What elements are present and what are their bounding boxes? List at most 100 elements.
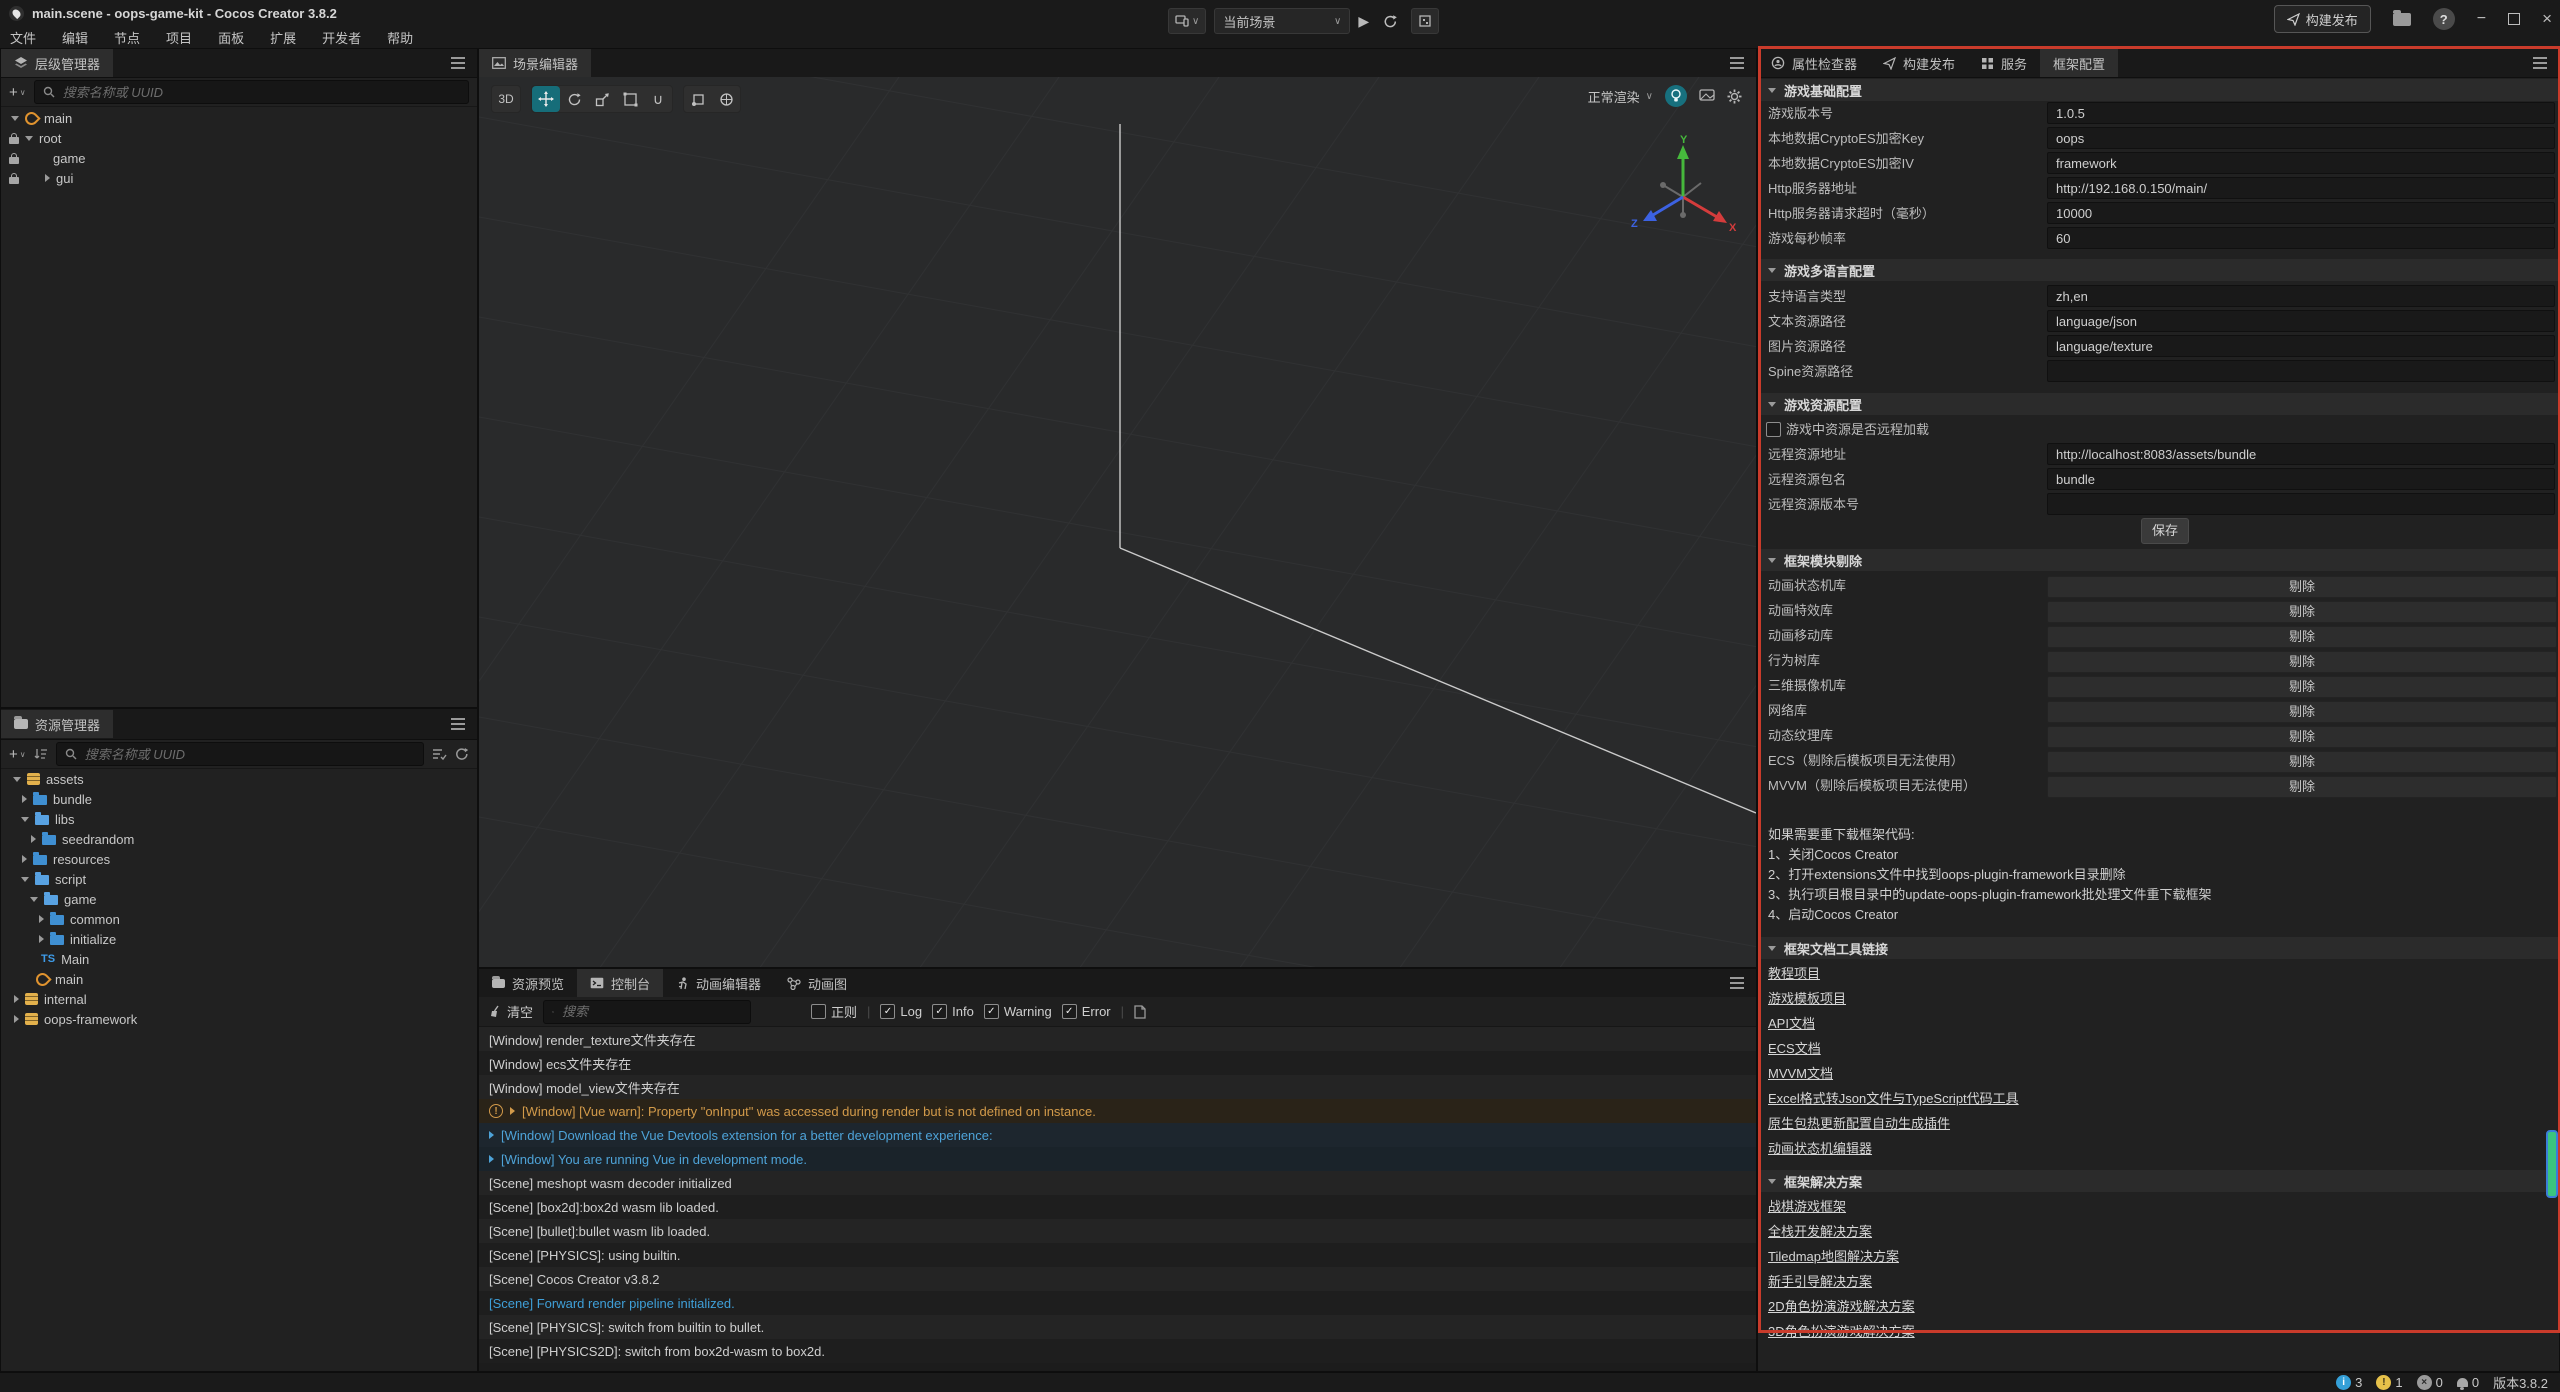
link-mvvm-docs[interactable]: MVVM文档 xyxy=(1768,1062,1833,1086)
chevron-right-icon[interactable] xyxy=(14,995,19,1003)
crypto-iv-input[interactable] xyxy=(2047,152,2555,174)
log-row[interactable]: [Window] ecs文件夹存在 xyxy=(479,1051,1756,1075)
chevron-right-icon[interactable] xyxy=(31,835,36,843)
menu-panel[interactable]: 面板 xyxy=(218,28,244,47)
fps-input[interactable] xyxy=(2047,227,2555,249)
expand-chevron-icon[interactable] xyxy=(510,1107,515,1115)
log-row[interactable]: [Scene] [PHYSICS]: using builtin. xyxy=(479,1243,1756,1267)
menu-edit[interactable]: 编辑 xyxy=(62,28,88,47)
spine-res-path-input[interactable] xyxy=(2047,360,2555,382)
inspector-menu-icon[interactable] xyxy=(2533,62,2547,64)
http-timeout-input[interactable] xyxy=(2047,202,2555,224)
log-row[interactable]: [Scene] [PHYSICS]: switch from builtin t… xyxy=(479,1315,1756,1339)
expand-chevron-icon[interactable] xyxy=(489,1155,494,1163)
create-node-button[interactable]: +∨ xyxy=(9,84,26,101)
log-file-icon[interactable] xyxy=(1134,1005,1146,1019)
console-search[interactable] xyxy=(543,1000,751,1024)
tree-node-main[interactable]: main xyxy=(1,108,477,128)
section-doc-links[interactable]: 框架文档工具链接 xyxy=(1758,937,2559,959)
hierarchy-menu-icon[interactable] xyxy=(451,62,465,64)
chevron-right-icon[interactable] xyxy=(22,855,27,863)
log-row[interactable]: [Scene] [bullet]:bullet wasm lib loaded. xyxy=(479,1219,1756,1243)
orientation-gizmo[interactable]: Y X Z xyxy=(1623,135,1743,255)
frame-debug-button[interactable] xyxy=(1411,8,1439,34)
log-row-warning[interactable]: ! [Window] [Vue warn]: Property "onInput… xyxy=(479,1099,1756,1123)
assets-search-input[interactable] xyxy=(83,746,415,763)
chevron-right-icon[interactable] xyxy=(45,174,50,182)
scene-menu-icon[interactable] xyxy=(1730,62,1744,64)
console-log-list[interactable]: [Window] render_texture文件夹存在 [Window] ec… xyxy=(479,1027,1756,1371)
trim-effect-button[interactable]: 剔除 xyxy=(2047,601,2557,623)
section-module-trim[interactable]: 框架模块剔除 xyxy=(1758,549,2559,571)
chevron-down-icon[interactable] xyxy=(13,777,21,782)
filter-icon[interactable] xyxy=(432,748,447,761)
tree-node-script[interactable]: script xyxy=(1,869,477,889)
tab-animation-editor[interactable]: 动画编辑器 xyxy=(663,969,774,997)
trim-ecs-button[interactable]: 剔除 xyxy=(2047,751,2557,773)
lighting-toggle-button[interactable] xyxy=(1665,85,1687,107)
maximize-button[interactable] xyxy=(2508,13,2520,25)
game-version-input[interactable] xyxy=(2047,102,2555,124)
tree-node-game[interactable]: game xyxy=(1,148,477,168)
hierarchy-search-input[interactable] xyxy=(61,84,460,101)
chevron-down-icon[interactable] xyxy=(25,136,33,141)
help-icon[interactable]: ? xyxy=(2433,8,2455,30)
coordinate-toggle-button[interactable] xyxy=(712,86,740,112)
refresh-icon[interactable] xyxy=(455,747,469,761)
ui-transform-tool-button[interactable]: ∪ xyxy=(644,86,672,112)
link-2d-rpg[interactable]: 2D角色扮演游戏解决方案 xyxy=(1768,1295,1915,1319)
text-res-path-input[interactable] xyxy=(2047,310,2555,332)
tree-node-libs[interactable]: libs xyxy=(1,809,477,829)
render-mode-dropdown[interactable]: 正常渲染 ∨ xyxy=(1588,87,1653,106)
log-row[interactable]: [Window] render_texture文件夹存在 xyxy=(479,1027,1756,1051)
section-solutions[interactable]: 框架解决方案 xyxy=(1758,1170,2559,1192)
clear-console-button[interactable]: 清空 xyxy=(489,1002,533,1021)
filter-error-checkbox[interactable]: ✓Error xyxy=(1062,1004,1111,1019)
mode-3d-button[interactable]: 3D xyxy=(491,85,521,113)
chevron-right-icon[interactable] xyxy=(22,795,27,803)
menu-file[interactable]: 文件 xyxy=(10,28,36,47)
tree-node-seedrandom[interactable]: seedrandom xyxy=(1,829,477,849)
tab-property-inspector[interactable]: 属性检查器 xyxy=(1758,49,1870,77)
filter-warning-checkbox[interactable]: ✓Warning xyxy=(984,1004,1052,1019)
regex-checkbox[interactable]: 正则 xyxy=(811,1002,857,1021)
pivot-toggle-button[interactable] xyxy=(684,86,712,112)
menu-project[interactable]: 项目 xyxy=(166,28,192,47)
close-button[interactable]: × xyxy=(2542,9,2552,29)
menu-node[interactable]: 节点 xyxy=(114,28,140,47)
tab-services[interactable]: 服务 xyxy=(1968,49,2040,77)
lock-icon[interactable] xyxy=(9,157,19,164)
log-row-info[interactable]: [Window] You are running Vue in developm… xyxy=(479,1147,1756,1171)
tab-asset-preview[interactable]: 资源预览 xyxy=(479,969,577,997)
play-button[interactable]: ▶ xyxy=(1358,13,1369,30)
trim-behavior-tree-button[interactable]: 剔除 xyxy=(2047,651,2557,673)
create-asset-button[interactable]: +∨ xyxy=(9,746,26,763)
link-war-chess[interactable]: 战棋游戏框架 xyxy=(1768,1195,1846,1219)
scene-viewport[interactable]: 3D ∪ xyxy=(479,77,1756,967)
console-search-input[interactable] xyxy=(560,1003,742,1020)
status-warning[interactable]: ! 1 xyxy=(2376,1375,2402,1390)
http-server-input[interactable] xyxy=(2047,177,2555,199)
section-resource-config[interactable]: 游戏资源配置 xyxy=(1758,393,2559,415)
status-notifications[interactable]: 0 xyxy=(2457,1375,2479,1390)
tab-console[interactable]: 控制台 xyxy=(577,969,663,997)
tree-node-game-folder[interactable]: game xyxy=(1,889,477,909)
tree-node-oops-framework[interactable]: oops-framework xyxy=(1,1009,477,1029)
lock-icon[interactable] xyxy=(9,177,19,184)
tab-hierarchy[interactable]: 层级管理器 xyxy=(1,49,113,77)
status-info[interactable]: i 3 xyxy=(2336,1375,2362,1390)
link-api-docs[interactable]: API文档 xyxy=(1768,1012,1815,1036)
assets-search[interactable] xyxy=(56,742,424,766)
field-remote-load-checkbox[interactable]: 游戏中资源是否远程加载 xyxy=(1758,418,2559,442)
link-tutorial-project[interactable]: 教程项目 xyxy=(1768,962,1820,986)
tree-node-gui[interactable]: gui xyxy=(1,168,477,188)
log-row[interactable]: [Scene] [box2d]:box2d wasm lib loaded. xyxy=(479,1195,1756,1219)
checkbox-icon[interactable] xyxy=(1766,422,1781,437)
filter-log-checkbox[interactable]: ✓Log xyxy=(880,1004,922,1019)
lock-icon[interactable] xyxy=(9,137,19,144)
chevron-right-icon[interactable] xyxy=(14,1015,19,1023)
move-tool-button[interactable] xyxy=(532,86,560,112)
build-publish-button[interactable]: 构建发布 xyxy=(2274,5,2371,33)
save-button[interactable]: 保存 xyxy=(2141,518,2189,544)
trim-camera-button[interactable]: 剔除 xyxy=(2047,676,2557,698)
